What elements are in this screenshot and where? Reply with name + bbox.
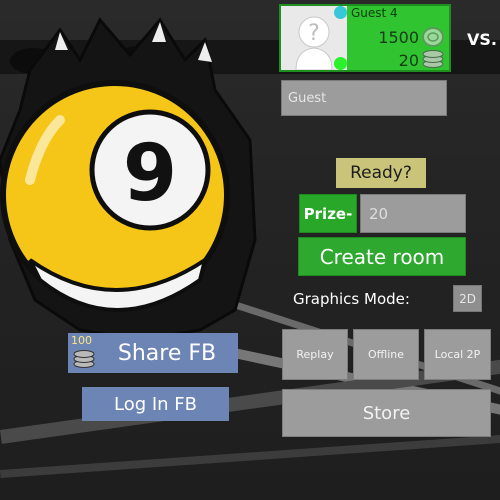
- nine-ball-logo: 9: [0, 17, 257, 340]
- svg-text:?: ?: [308, 21, 320, 46]
- ready-label: Ready?: [336, 158, 426, 188]
- prize-decrease-button[interactable]: Prize-: [299, 194, 357, 233]
- player-name: Guest 4: [351, 6, 398, 20]
- replay-button[interactable]: Replay: [282, 329, 348, 380]
- online-indicator: [334, 6, 347, 19]
- player-card: ? Guest 4 1500 20: [279, 4, 451, 72]
- vs-label: VS.: [467, 30, 497, 49]
- opponent-name-field[interactable]: Guest: [281, 80, 447, 116]
- store-button[interactable]: Store: [282, 389, 491, 437]
- opponent-name-value: Guest: [288, 90, 327, 106]
- chips-icon: [73, 350, 95, 368]
- coins-icon: [422, 27, 444, 47]
- login-fb-button[interactable]: Log In FB: [82, 387, 229, 421]
- offline-button[interactable]: Offline: [353, 329, 419, 380]
- chips-icon: [422, 50, 444, 68]
- share-reward-badge: 100: [69, 333, 101, 371]
- create-room-button[interactable]: Create room: [298, 237, 466, 276]
- ball-number: 9: [123, 129, 177, 219]
- share-fb-label: Share FB: [117, 340, 217, 366]
- graphics-mode-toggle[interactable]: 2D: [453, 285, 482, 312]
- player-coins: 1500: [378, 28, 419, 47]
- share-reward-amount: 100: [71, 334, 92, 347]
- local-2p-button[interactable]: Local 2P: [424, 329, 491, 380]
- prize-input[interactable]: 20: [360, 194, 466, 233]
- prize-value: 20: [369, 204, 389, 223]
- player-chips: 20: [398, 51, 419, 70]
- avatar: ?: [281, 6, 347, 71]
- graphics-mode-label: Graphics Mode:: [293, 290, 410, 308]
- ready-indicator: [334, 57, 347, 70]
